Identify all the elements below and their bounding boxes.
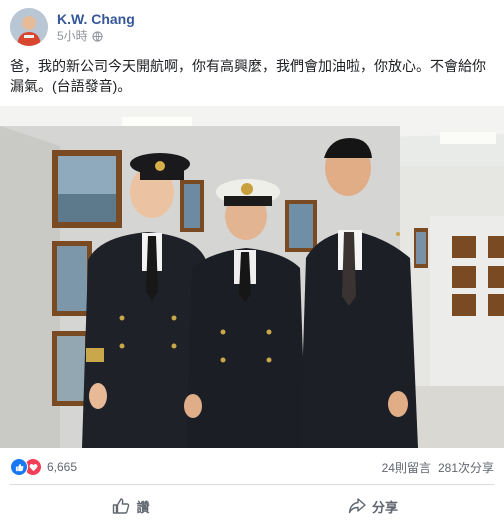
reactions-bar: 6,665 24則留言 281次分享	[10, 458, 494, 476]
share-button[interactable]: 分享	[252, 490, 494, 522]
comment-count[interactable]: 24則留言	[382, 459, 431, 476]
thumbs-up-icon	[113, 498, 130, 514]
post-photo[interactable]	[0, 106, 504, 448]
reaction-count[interactable]: 6,665	[47, 460, 77, 474]
post-text: 爸，我的新公司今天開航啊，你有高興麼，我們會加油啦，你放心。不會給你漏氣。(台語…	[10, 58, 486, 94]
action-bar: 讚 分享	[10, 490, 494, 522]
divider	[10, 484, 494, 485]
share-label: 分享	[371, 499, 398, 515]
globe-icon	[92, 30, 103, 42]
share-icon	[348, 498, 366, 514]
share-count[interactable]: 281次分享	[438, 459, 494, 476]
like-button[interactable]: 讚	[10, 490, 252, 522]
avatar[interactable]	[10, 8, 48, 46]
post-header: K.W. Chang 5小時	[10, 7, 490, 47]
author-name[interactable]: K.W. Chang	[57, 10, 135, 28]
post-time[interactable]: 5小時	[57, 28, 88, 44]
like-icon[interactable]	[10, 458, 28, 476]
like-label: 讚	[136, 499, 150, 515]
